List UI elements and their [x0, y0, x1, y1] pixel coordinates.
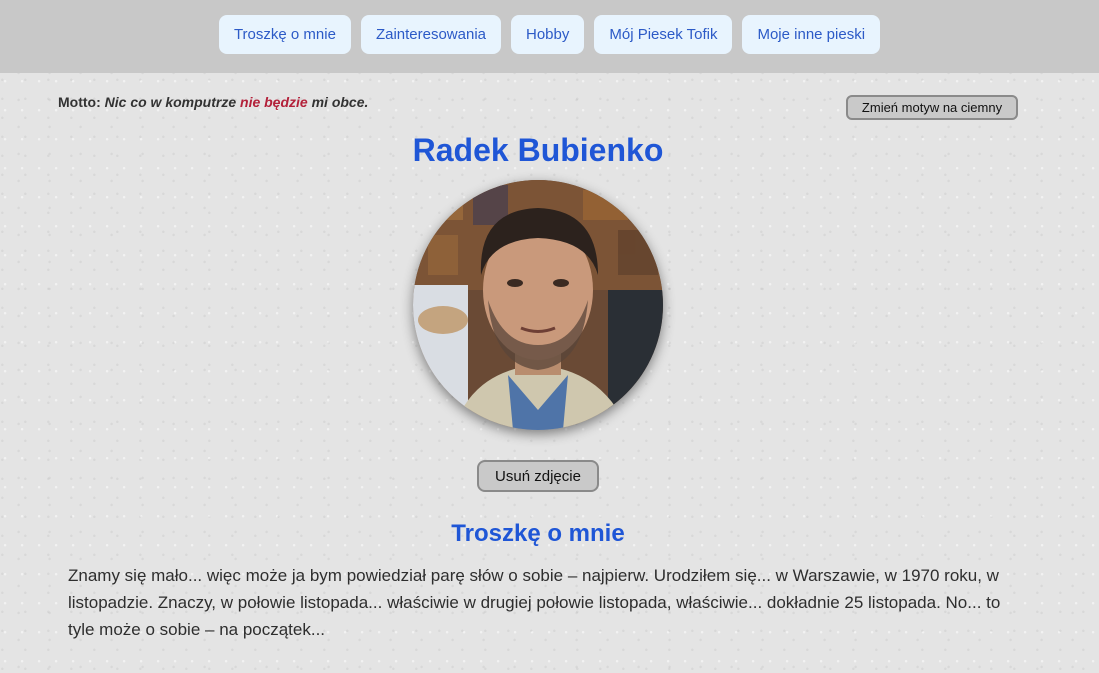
profile-photo-image — [413, 180, 663, 430]
section-text-about: Znamy się mało... więc może ja bym powie… — [68, 566, 1001, 639]
top-navigation-bar: Troszkę o mnie Zainteresowania Hobby Mój… — [0, 0, 1099, 73]
nav-item-interests[interactable]: Zainteresowania — [360, 15, 501, 54]
motto-text-after: mi obce. — [311, 94, 369, 110]
nav-item-about[interactable]: Troszkę o mnie — [218, 15, 351, 54]
motto-highlight: nie będzie — [240, 94, 308, 110]
nav-menu: Troszkę o mnie Zainteresowania Hobby Mój… — [0, 15, 1099, 54]
nav-item-my-dog-tofik[interactable]: Mój Piesek Tofik — [594, 15, 733, 54]
motto-label: Motto: — [58, 94, 101, 110]
profile-photo — [413, 180, 663, 430]
motto-text-before: Nic co w komputrze — [104, 94, 237, 110]
nav-item-other-dogs[interactable]: Moje inne pieski — [742, 15, 881, 54]
nav-item-hobby[interactable]: Hobby — [511, 15, 585, 54]
motto: Motto: Nic co w komputrze nie będzie mi … — [58, 94, 368, 110]
section-title-about: Troszkę o mnie — [451, 520, 625, 547]
toggle-dark-theme-button[interactable]: Zmień motyw na ciemny — [846, 95, 1018, 120]
remove-photo-button[interactable]: Usuń zdjęcie — [477, 460, 599, 492]
page-title: Radek Bubienko — [412, 132, 664, 168]
